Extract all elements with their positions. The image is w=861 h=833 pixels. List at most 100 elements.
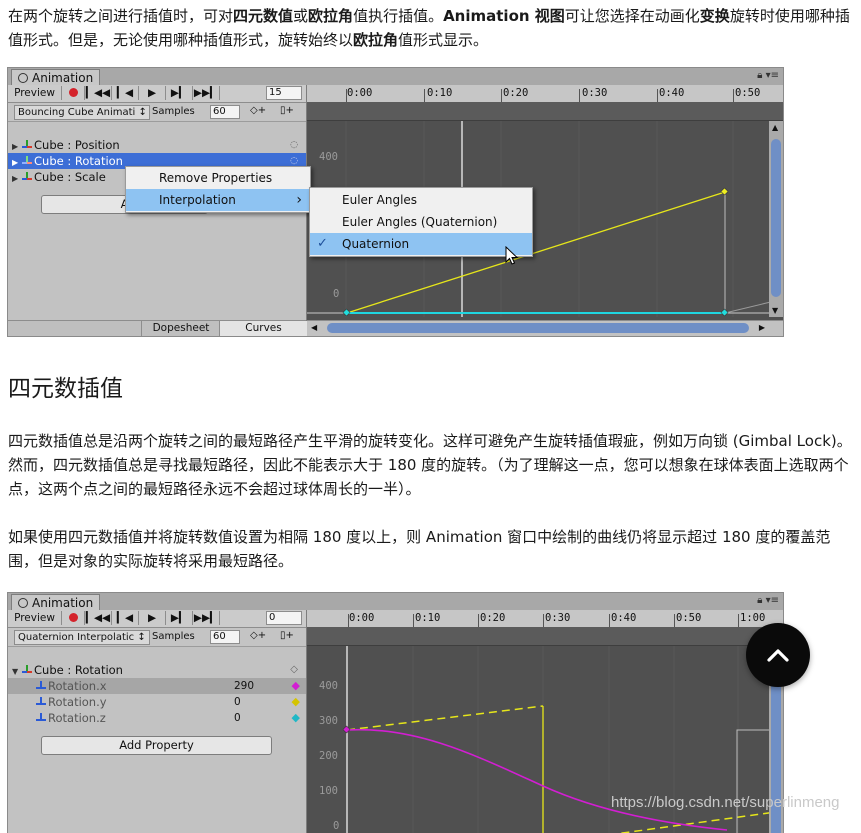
window-menu-icon[interactable]: 🔒︎ ▾≡ <box>757 70 779 81</box>
add-event-button[interactable]: ▯+ <box>280 105 294 116</box>
channel-row-rotation-z[interactable]: Rotation.z 0 ◆ <box>8 710 306 726</box>
samples-input[interactable]: 60 <box>210 630 240 644</box>
keyframe-marker[interactable] <box>720 187 729 196</box>
menu-item-quaternion[interactable]: ✓ Quaternion <box>310 233 532 255</box>
preview-button[interactable]: Preview <box>8 611 62 625</box>
horizontal-scrollbar[interactable]: ◀ ▶ <box>307 320 783 336</box>
menu-item-label: Interpolation <box>159 193 236 207</box>
expand-triangle-icon[interactable]: ▶ <box>12 171 22 187</box>
add-keyframe-button[interactable]: ◇+ <box>250 630 266 641</box>
view-mode-tabs: Dopesheet Curves <box>8 320 307 336</box>
transform-axis-icon <box>36 681 46 691</box>
keyframe-diamond-icon[interactable]: ◆ <box>292 710 300 726</box>
add-event-button[interactable]: ▯+ <box>280 630 294 641</box>
channel-row-rotation-y[interactable]: Rotation.y 0 ◆ <box>8 694 306 710</box>
frame-input[interactable]: 0 <box>266 611 302 625</box>
window-menu-icon[interactable]: 🔒︎ ▾≡ <box>757 595 779 606</box>
timeline-ruler[interactable]: 0:00 0:10 0:20 0:30 0:40 0:50 1:00 <box>307 610 783 628</box>
intro-bold-euler: 欧拉角 <box>308 7 354 25</box>
prev-key-button[interactable]: ▎◀ <box>112 86 139 100</box>
timeline-label: 0:00 <box>349 612 375 624</box>
first-key-button[interactable]: ▎◀◀ <box>85 611 112 625</box>
frame-input[interactable]: 15 <box>266 86 302 100</box>
channel-label: Rotation.y <box>48 695 107 709</box>
samples-input[interactable]: 60 <box>210 105 240 119</box>
animation-tab[interactable]: Animation <box>11 69 101 86</box>
prev-key-button[interactable]: ▎◀ <box>112 611 139 625</box>
window-titlebar: Animation 🔒︎ ▾≡ <box>8 68 783 86</box>
channel-label: Rotation.z <box>48 711 106 725</box>
animation-tab[interactable]: Animation <box>11 594 101 611</box>
add-property-label: Add Property <box>119 738 194 752</box>
y-axis-label: 0 <box>333 820 340 832</box>
channel-value[interactable]: 0 <box>234 710 241 726</box>
back-to-top-button[interactable] <box>746 623 810 687</box>
first-key-button[interactable]: ▎◀◀ <box>85 86 112 100</box>
channel-row-rotation-x[interactable]: Rotation.x 290 ◆ <box>8 678 306 694</box>
menu-item-euler-angles[interactable]: Euler Angles <box>310 189 532 211</box>
channel-value[interactable]: 0 <box>234 694 241 710</box>
skip-start-icon: ▎◀◀ <box>85 87 111 99</box>
add-keyframe-button[interactable]: ◇+ <box>250 105 266 116</box>
keyframe-marker[interactable] <box>342 725 351 734</box>
next-key-button[interactable]: ▶▎ <box>166 611 193 625</box>
intro-text: 值执行插值。 <box>353 7 444 25</box>
curve-yellow-dashed[interactable] <box>346 705 544 731</box>
submenu-arrow-icon: › <box>296 192 302 208</box>
keyframe-marker[interactable] <box>342 308 351 317</box>
paragraph-quaternion: 四元数插值总是沿两个旋转之间的最短路径产生平滑的旋转变化。这样可避免产生旋转插值… <box>8 432 852 498</box>
property-row-position[interactable]: ▶ Cube : Position ◌ <box>8 137 306 153</box>
record-button[interactable] <box>62 611 85 625</box>
scroll-right-icon[interactable]: ▶ <box>759 323 765 332</box>
y-axis-label: 0 <box>333 288 340 300</box>
add-property-button[interactable]: Add Property <box>41 736 272 755</box>
context-menu: Remove Properties Interpolation › <box>125 166 311 213</box>
timeline-label: 0:10 <box>415 612 441 624</box>
horizontal-scroll-thumb[interactable] <box>327 323 749 333</box>
channel-value[interactable]: 290 <box>234 678 254 694</box>
timeline-ruler[interactable]: 0:00 0:10 0:20 0:30 0:40 0:50 <box>307 85 783 103</box>
clip-dropdown[interactable]: Quaternion Interpolatic ↕ <box>14 630 150 645</box>
step-back-icon: ▎◀ <box>116 612 134 624</box>
last-key-button[interactable]: ▶▶▎ <box>193 86 220 100</box>
keyframe-diamond-icon[interactable]: ◆ <box>292 694 300 710</box>
menu-item-euler-angles-quaternion[interactable]: Euler Angles (Quaternion) <box>310 211 532 233</box>
property-label: Cube : Position <box>34 138 120 152</box>
next-key-button[interactable]: ▶▎ <box>166 86 193 100</box>
transform-axis-icon <box>22 140 32 150</box>
curves-tab[interactable]: Curves <box>219 321 307 336</box>
play-button[interactable]: ▶ <box>139 611 166 625</box>
tab-title: Animation <box>32 71 94 85</box>
transform-axis-icon <box>22 665 32 675</box>
timeline-label: 0:50 <box>676 612 702 624</box>
y-axis-label: 200 <box>319 750 338 762</box>
dopesheet-tab[interactable]: Dopesheet <box>141 321 220 336</box>
watermark-text: https://blog.csdn.net/superlinmeng <box>611 794 840 811</box>
vertical-scroll-thumb[interactable] <box>771 139 781 297</box>
play-icon: ▶ <box>147 87 157 99</box>
transform-axis-icon <box>22 156 32 166</box>
timeline-label: 0:10 <box>427 87 453 99</box>
keyframe-marker[interactable] <box>720 308 729 317</box>
scroll-left-icon[interactable]: ◀ <box>311 323 317 332</box>
menu-item-remove-properties[interactable]: Remove Properties <box>126 167 310 189</box>
hierarchy-pane: Preview ▎◀◀ ▎◀ ▶ ▶▎ ▶▶▎ 0 Quaternion Int… <box>8 610 307 833</box>
menu-item-interpolation[interactable]: Interpolation › <box>126 189 310 211</box>
check-icon: ✓ <box>317 236 328 251</box>
curve-magenta[interactable] <box>346 728 728 831</box>
clip-dropdown[interactable]: Bouncing Cube Animati ↕ <box>14 105 150 120</box>
record-button[interactable] <box>62 86 85 100</box>
timeline-label: 0:50 <box>735 87 761 99</box>
last-key-button[interactable]: ▶▶▎ <box>193 611 220 625</box>
property-group-rotation[interactable]: ▼ Cube : Rotation ◇ <box>8 662 306 678</box>
scroll-up-icon[interactable]: ▲ <box>772 123 778 132</box>
interpolation-submenu: Euler Angles Euler Angles (Quaternion) ✓… <box>309 187 533 257</box>
scroll-down-icon[interactable]: ▼ <box>772 306 778 315</box>
samples-label: Samples <box>152 106 195 117</box>
vertical-scrollbar[interactable]: ▲ ▼ <box>769 121 783 317</box>
intro-bold-transform: 变换 <box>699 7 730 25</box>
menu-item-label: Remove Properties <box>159 171 273 185</box>
preview-button[interactable]: Preview <box>8 86 62 100</box>
keyframe-diamond-icon[interactable]: ◆ <box>292 678 300 694</box>
play-button[interactable]: ▶ <box>139 86 166 100</box>
